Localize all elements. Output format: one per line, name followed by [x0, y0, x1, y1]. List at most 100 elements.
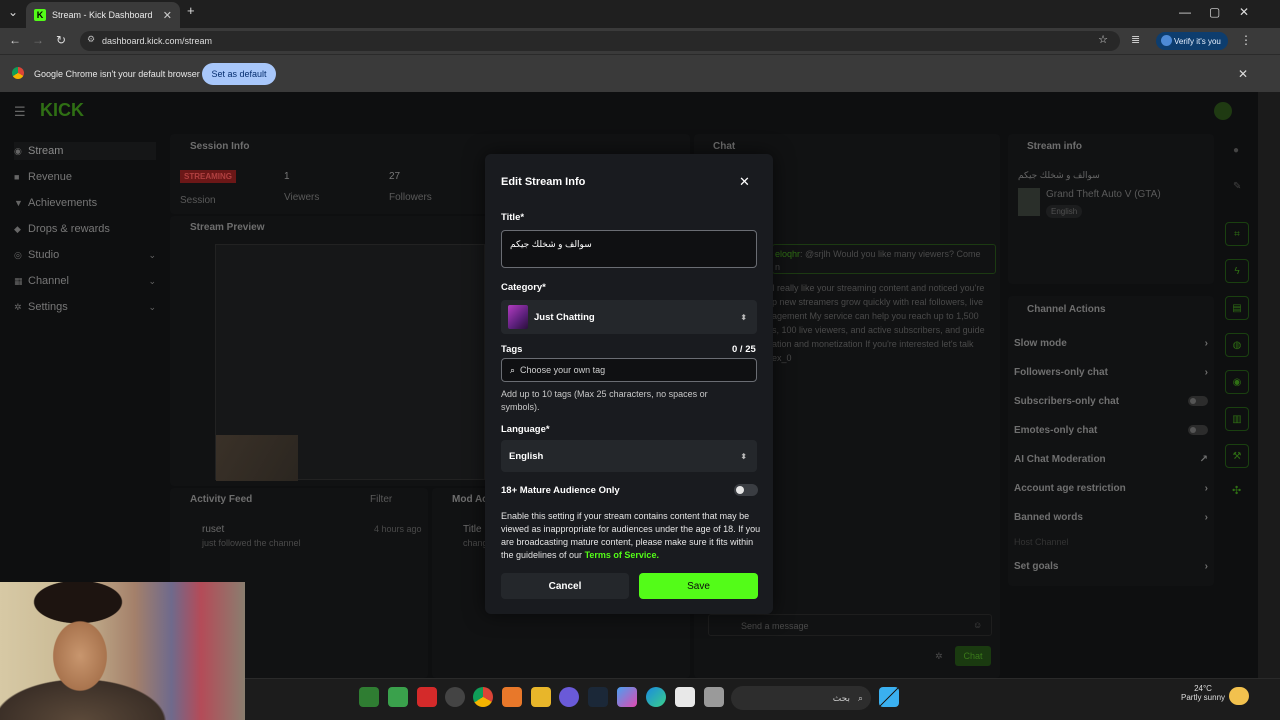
- chat-settings-icon[interactable]: ✲: [935, 651, 943, 662]
- tab-search-chevron-icon[interactable]: ⌄: [8, 5, 18, 19]
- modal-title: Edit Stream Info: [501, 176, 586, 188]
- verify-profile-button[interactable]: Verify it's you: [1156, 32, 1228, 50]
- page-scrollbar[interactable]: [1258, 92, 1280, 678]
- chat-bubble-icon[interactable]: ◍: [1225, 333, 1249, 357]
- chat-spam-line: ex_0: [772, 353, 792, 363]
- url-field[interactable]: ⚙ dashboard.kick.com/stream ☆: [80, 31, 1120, 51]
- extensions-icon[interactable]: ✣: [1232, 484, 1241, 497]
- close-window-icon[interactable]: ✕: [1239, 5, 1249, 19]
- kick-favicon-icon: K: [34, 9, 46, 21]
- send-chat-button[interactable]: Chat: [955, 646, 991, 666]
- channel-action-label: Subscribers-only chat: [1014, 396, 1120, 407]
- channel-action-account-age[interactable]: Account age restriction ›: [1014, 483, 1208, 494]
- stream-info-game: Grand Theft Auto V (GTA): [1046, 189, 1161, 200]
- emotes-only-toggle[interactable]: [1188, 425, 1208, 435]
- channel-action-label: Slow mode: [1014, 338, 1067, 349]
- windows-taskbar: بحث ⌕ 24°C Partly sunny: [245, 678, 1280, 720]
- mod-item-title: Title: [463, 524, 482, 535]
- channel-action-slow-mode[interactable]: Slow mode ›: [1014, 338, 1208, 349]
- channel-action-subscribers-only[interactable]: Subscribers-only chat: [1014, 396, 1208, 407]
- language-select[interactable]: English ⬍: [501, 440, 757, 472]
- windows-start-icon[interactable]: [879, 687, 899, 707]
- mature-audience-toggle[interactable]: [734, 484, 758, 496]
- sidebar-item-channel[interactable]: ▦ Channel ⌄: [14, 275, 156, 287]
- app-icon-6[interactable]: [502, 687, 522, 707]
- channel-actions-heading: Channel Actions: [1027, 304, 1106, 315]
- set-as-default-button[interactable]: Set as default: [202, 63, 276, 85]
- sidebar-item-drops[interactable]: ◆ Drops & rewards: [14, 223, 156, 235]
- sidebar-item-revenue[interactable]: ■ Revenue: [14, 171, 156, 183]
- kick-logo[interactable]: KICK: [40, 100, 84, 121]
- sidebar-item-settings[interactable]: ✲ Settings ⌄: [14, 301, 156, 313]
- channel-action-emotes-only[interactable]: Emotes-only chat: [1014, 425, 1208, 436]
- category-label: Category*: [501, 282, 546, 293]
- app-icon-8[interactable]: [559, 687, 579, 707]
- browser-menu-icon[interactable]: ⋮: [1240, 33, 1252, 47]
- reading-list-icon[interactable]: ≣: [1131, 33, 1140, 46]
- document-icon[interactable]: ▤: [1225, 296, 1249, 320]
- file-explorer-icon[interactable]: [531, 687, 551, 707]
- chat-input-placeholder: Send a message: [741, 621, 809, 631]
- app-icon-13[interactable]: [704, 687, 724, 707]
- cancel-button[interactable]: Cancel: [501, 573, 629, 599]
- minimize-icon[interactable]: —: [1179, 5, 1191, 19]
- mature-help-text: Enable this setting if your stream conta…: [501, 510, 761, 562]
- new-tab-icon[interactable]: +: [187, 3, 195, 18]
- copilot-icon[interactable]: [617, 687, 637, 707]
- chat-message-input[interactable]: Send a message ☺: [708, 614, 992, 636]
- hamburger-menu-icon[interactable]: ☰: [14, 104, 26, 120]
- channel-action-ai-moderation[interactable]: AI Chat Moderation ↗: [1014, 454, 1208, 465]
- broadcast-icon: ◉: [14, 145, 22, 156]
- user-avatar[interactable]: [1214, 102, 1232, 120]
- sidebar-item-studio[interactable]: ◎ Studio ⌄: [14, 249, 156, 261]
- edge-icon[interactable]: [646, 687, 666, 707]
- app-icon-4[interactable]: [445, 687, 465, 707]
- category-select[interactable]: Just Chatting ⬍: [501, 300, 757, 334]
- storage-icon[interactable]: ▥: [1225, 407, 1249, 431]
- wrench-icon[interactable]: ⚒: [1225, 444, 1249, 468]
- tags-input[interactable]: ⌕ Choose your own tag: [501, 358, 757, 382]
- reload-icon[interactable]: ↻: [56, 33, 66, 47]
- info-icon[interactable]: ●: [1233, 145, 1239, 156]
- edit-icon[interactable]: ✎: [1233, 181, 1241, 192]
- bolt-icon[interactable]: ϟ: [1225, 259, 1249, 283]
- default-browser-infobar: Google Chrome isn't your default browser…: [0, 54, 1280, 92]
- channel-action-followers-only[interactable]: Followers-only chat ›: [1014, 367, 1208, 378]
- back-icon[interactable]: ←: [9, 33, 21, 47]
- site-info-icon[interactable]: ⚙: [87, 34, 95, 45]
- chrome-taskbar-icon[interactable]: [473, 687, 493, 707]
- emoji-icon[interactable]: ☺: [973, 620, 982, 630]
- activity-time: 4 hours ago: [374, 524, 422, 534]
- app-icon-2[interactable]: [388, 687, 408, 707]
- sidebar-item-stream[interactable]: ◉ Stream: [14, 142, 156, 160]
- steam-icon[interactable]: [588, 687, 608, 707]
- subscribers-only-toggle[interactable]: [1188, 396, 1208, 406]
- save-button[interactable]: Save: [639, 573, 758, 599]
- filter-button[interactable]: Filter: [370, 494, 392, 505]
- chat-spam-line: I really like your streaming content and…: [772, 283, 985, 293]
- store-icon[interactable]: [675, 687, 695, 707]
- maximize-icon[interactable]: ▢: [1209, 5, 1220, 19]
- language-value: English: [509, 450, 544, 462]
- close-icon[interactable]: ✕: [739, 174, 750, 190]
- forward-icon[interactable]: →: [32, 33, 44, 47]
- bookmark-star-icon[interactable]: ☆: [1098, 33, 1108, 46]
- close-infobar-icon[interactable]: ✕: [1238, 67, 1248, 81]
- channel-action-set-goals[interactable]: Set goals ›: [1014, 561, 1208, 572]
- sidebar-item-achievements[interactable]: ▼ Achievements: [14, 197, 156, 209]
- broadcast-wave-icon[interactable]: ◉: [1225, 370, 1249, 394]
- app-icon-1[interactable]: [359, 687, 379, 707]
- stream-info-heading: Stream info: [1027, 141, 1083, 152]
- stream-title-input[interactable]: سوالف و شخلك جيكم: [501, 230, 757, 268]
- sidebar-item-label: Achievements: [28, 197, 98, 209]
- close-tab-icon[interactable]: ✕: [163, 9, 172, 22]
- taskbar-search[interactable]: بحث ⌕: [731, 686, 871, 710]
- channel-action-banned-words[interactable]: Banned words ›: [1014, 512, 1208, 523]
- app-icon-3[interactable]: [417, 687, 437, 707]
- clip-icon[interactable]: ⌗: [1225, 222, 1249, 246]
- temperature: 24°C: [1194, 684, 1212, 693]
- browser-tab[interactable]: K Stream - Kick Dashboard ✕: [26, 2, 180, 28]
- weather-widget[interactable]: 24°C Partly sunny: [1181, 684, 1225, 702]
- terms-of-service-link[interactable]: Terms of Service.: [585, 550, 659, 560]
- chevron-down-icon: ⌄: [148, 275, 156, 286]
